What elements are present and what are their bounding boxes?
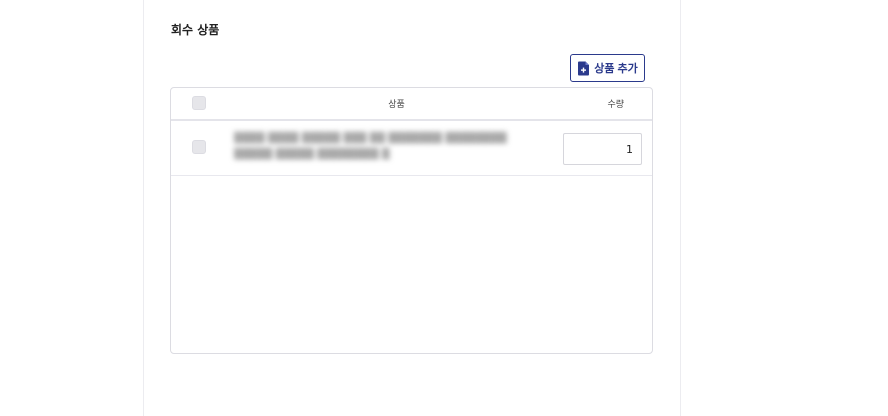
row-select-checkbox[interactable]	[192, 140, 206, 154]
document-add-icon	[577, 61, 590, 76]
returned-products-table: 상품 수량 ▒▒▒▒ ▒▒▒▒ ▒▒▒▒▒ ▒▒▒ ▒▒ ▒▒▒▒▒▒▒ ▒▒▒…	[170, 87, 653, 354]
section-title: 회수 상품	[171, 23, 220, 37]
table-row: ▒▒▒▒ ▒▒▒▒ ▒▒▒▒▒ ▒▒▒ ▒▒ ▒▒▒▒▒▒▒ ▒▒▒▒▒▒▒▒ …	[171, 121, 652, 176]
select-all-checkbox[interactable]	[192, 96, 206, 110]
quantity-input[interactable]	[563, 133, 642, 165]
table-header: 상품 수량	[171, 88, 652, 121]
column-header-quantity: 수량	[607, 100, 624, 110]
product-name: ▒▒▒▒ ▒▒▒▒ ▒▒▒▒▒ ▒▒▒ ▒▒ ▒▒▒▒▒▒▒ ▒▒▒▒▒▒▒▒ …	[234, 133, 507, 160]
add-product-button[interactable]: 상품 추가	[570, 54, 645, 82]
add-product-label: 상품 추가	[594, 63, 638, 75]
column-header-product: 상품	[388, 100, 405, 110]
page: 회수 상품 상품 추가 상품 수량 ▒▒▒▒ ▒▒▒▒ ▒▒▒▒▒ ▒▒▒ ▒▒…	[0, 0, 888, 416]
